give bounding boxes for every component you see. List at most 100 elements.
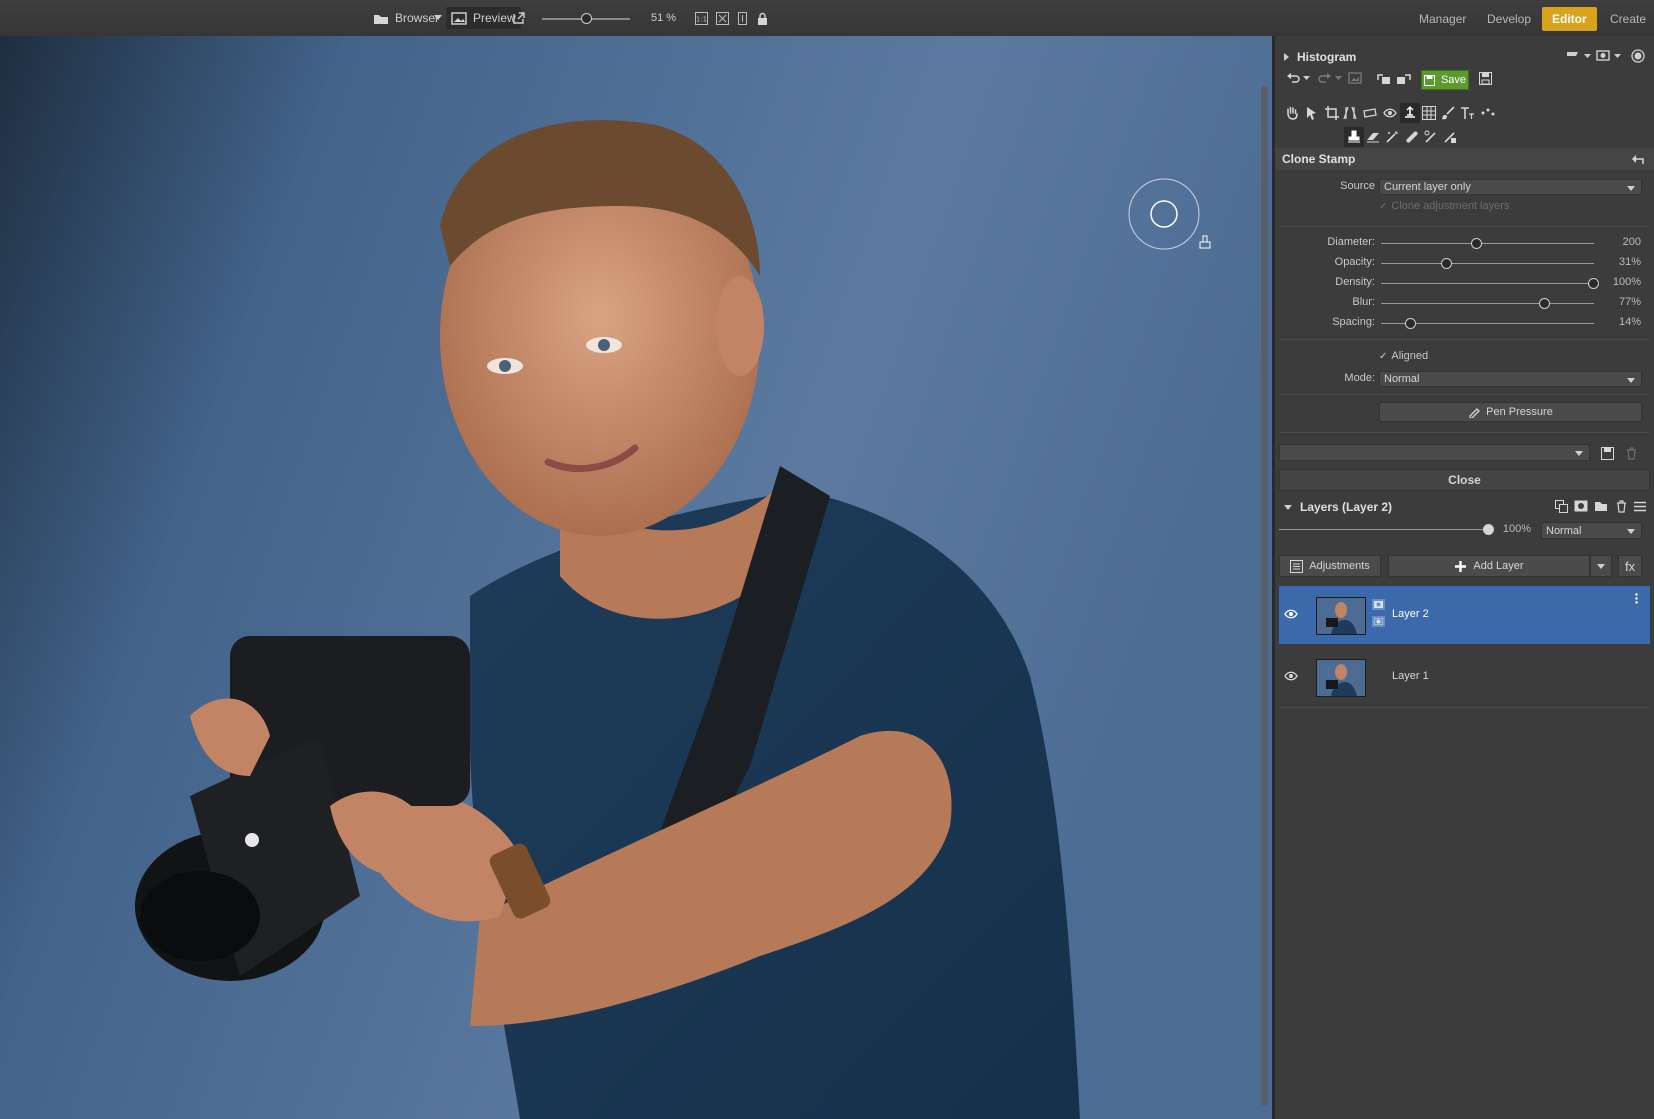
return-arrow-icon bbox=[1632, 155, 1644, 164]
brush-tool[interactable] bbox=[1439, 104, 1457, 122]
save-preset-button[interactable] bbox=[1597, 443, 1617, 463]
reset-tool-button[interactable] bbox=[1628, 149, 1648, 169]
save-label: Save bbox=[1440, 74, 1467, 86]
zoom-1to1-button[interactable]: 1:1 bbox=[695, 0, 708, 36]
eraser-tool[interactable] bbox=[1364, 128, 1382, 146]
layer-visibility-toggle[interactable] bbox=[1283, 668, 1299, 684]
tab-manager[interactable]: Manager bbox=[1409, 7, 1476, 31]
layer-visibility-toggle[interactable] bbox=[1283, 606, 1299, 622]
clone-stamp-icon bbox=[1348, 130, 1360, 143]
disk-icon bbox=[1600, 446, 1614, 460]
diameter-slider[interactable] bbox=[1381, 243, 1594, 244]
layer-mask-button[interactable] bbox=[1572, 497, 1590, 515]
flag-dropdown-icon bbox=[1567, 52, 1591, 58]
redo-button[interactable] bbox=[1315, 68, 1335, 88]
add-layer-button[interactable]: Add Layer bbox=[1388, 555, 1590, 577]
layer-mask-indicator[interactable] bbox=[1372, 599, 1385, 610]
photo-canvas[interactable] bbox=[0, 36, 1272, 1119]
retouch-tools-group[interactable] bbox=[1400, 103, 1420, 123]
opacity-slider[interactable] bbox=[1381, 263, 1594, 264]
undo-history-dropdown[interactable] bbox=[1301, 68, 1311, 88]
lock-icon bbox=[758, 12, 767, 25]
undo-button[interactable] bbox=[1283, 68, 1303, 88]
text-tool[interactable] bbox=[1459, 104, 1477, 122]
preset-dropdown[interactable] bbox=[1279, 444, 1590, 461]
collapse-arrow-icon bbox=[1284, 504, 1292, 510]
layer-lock-indicator[interactable] bbox=[1372, 616, 1385, 627]
healing-brush-tool[interactable] bbox=[1403, 128, 1421, 146]
save-button[interactable]: Save bbox=[1421, 70, 1469, 90]
delete-preset-button[interactable] bbox=[1621, 443, 1641, 463]
mode-dropdown[interactable]: Normal bbox=[1379, 371, 1642, 387]
layer-item-layer-1[interactable]: Layer 1 bbox=[1279, 648, 1650, 706]
browser-dropdown-arrow[interactable] bbox=[434, 0, 442, 36]
clipping-warning-button[interactable] bbox=[1628, 46, 1648, 66]
layer-options-button[interactable] bbox=[1629, 590, 1643, 606]
fit-screen-button[interactable] bbox=[716, 0, 729, 36]
save-as-button[interactable] bbox=[1475, 68, 1495, 88]
diameter-slider-knob[interactable] bbox=[1470, 238, 1482, 249]
fit-height-icon bbox=[738, 11, 747, 25]
adjustments-button[interactable]: Adjustments bbox=[1279, 555, 1381, 577]
source-dropdown[interactable]: Current layer only bbox=[1379, 179, 1642, 195]
canvas-scrollbar[interactable] bbox=[1261, 86, 1268, 1106]
opacity-slider-knob[interactable] bbox=[1441, 258, 1453, 269]
preview-button[interactable]: Preview bbox=[446, 7, 521, 29]
smart-eraser-tool[interactable] bbox=[1422, 128, 1440, 146]
clone-stamp-tool[interactable] bbox=[1344, 127, 1364, 147]
trash-icon bbox=[1616, 499, 1626, 513]
redo-history-dropdown[interactable] bbox=[1333, 68, 1343, 88]
hand-tool[interactable] bbox=[1283, 104, 1301, 122]
browser-label: Browser bbox=[395, 11, 440, 25]
layer-opacity-slider-knob[interactable] bbox=[1483, 524, 1494, 535]
density-slider[interactable] bbox=[1381, 283, 1594, 284]
divider bbox=[1279, 707, 1650, 708]
perspective-tool[interactable] bbox=[1341, 104, 1359, 122]
original-view-button[interactable] bbox=[1345, 68, 1365, 88]
tab-develop[interactable]: Develop bbox=[1477, 7, 1541, 31]
histogram-view-button[interactable] bbox=[1595, 46, 1623, 66]
layers-menu-button[interactable] bbox=[1631, 497, 1649, 515]
patch-brush-icon bbox=[1444, 132, 1456, 143]
stack-icon bbox=[1374, 618, 1383, 625]
grid-tool[interactable] bbox=[1420, 104, 1438, 122]
add-layer-dropdown[interactable] bbox=[1590, 555, 1612, 577]
blur-slider[interactable] bbox=[1381, 303, 1594, 304]
close-tool-button[interactable]: Close bbox=[1279, 469, 1650, 491]
browser-button[interactable]: Browser bbox=[368, 0, 444, 36]
layer-opacity-slider[interactable] bbox=[1279, 529, 1489, 530]
magic-brush-icon bbox=[1386, 131, 1398, 143]
duplicate-layer-button[interactable] bbox=[1552, 497, 1570, 515]
external-open-button[interactable] bbox=[512, 0, 526, 36]
layer-effects-button[interactable]: fx bbox=[1618, 555, 1642, 577]
red-eye-tool[interactable] bbox=[1381, 104, 1399, 122]
crop-tool[interactable] bbox=[1323, 104, 1341, 122]
histogram-title: Histogram bbox=[1297, 50, 1357, 64]
tab-create[interactable]: Create bbox=[1600, 7, 1654, 31]
eye-icon bbox=[1383, 108, 1397, 118]
delete-layer-button[interactable] bbox=[1612, 497, 1630, 515]
svg-text:1:1: 1:1 bbox=[696, 15, 707, 23]
aligned-checkbox[interactable]: ✓ Aligned bbox=[1379, 350, 1428, 362]
blend-mode-dropdown[interactable]: Normal bbox=[1541, 522, 1642, 539]
patch-tool[interactable] bbox=[1441, 128, 1459, 146]
tab-editor[interactable]: Editor bbox=[1542, 7, 1597, 31]
spacing-slider-knob[interactable] bbox=[1404, 318, 1416, 329]
blur-slider-knob[interactable] bbox=[1539, 298, 1550, 309]
straighten-tool[interactable] bbox=[1361, 104, 1379, 122]
layer-group-button[interactable] bbox=[1592, 497, 1610, 515]
more-tools[interactable] bbox=[1479, 104, 1497, 122]
clone-adjustment-checkbox[interactable]: ✓ Clone adjustment layers bbox=[1379, 200, 1509, 212]
selection-tool[interactable] bbox=[1303, 104, 1321, 122]
pen-pressure-button[interactable]: Pen Pressure bbox=[1379, 402, 1642, 422]
rotate-right-button[interactable] bbox=[1394, 68, 1414, 88]
fit-height-button[interactable] bbox=[736, 0, 749, 36]
external-link-icon bbox=[513, 12, 525, 24]
histogram-options-button[interactable] bbox=[1565, 46, 1593, 66]
layer-item-layer-2[interactable]: Layer 2 bbox=[1279, 586, 1650, 644]
checkmark-icon: ✓ bbox=[1379, 200, 1388, 212]
lock-button[interactable] bbox=[757, 0, 768, 36]
spot-healing-tool[interactable] bbox=[1383, 128, 1401, 146]
zoom-slider-knob[interactable] bbox=[580, 13, 592, 24]
rotate-left-button[interactable] bbox=[1374, 68, 1394, 88]
